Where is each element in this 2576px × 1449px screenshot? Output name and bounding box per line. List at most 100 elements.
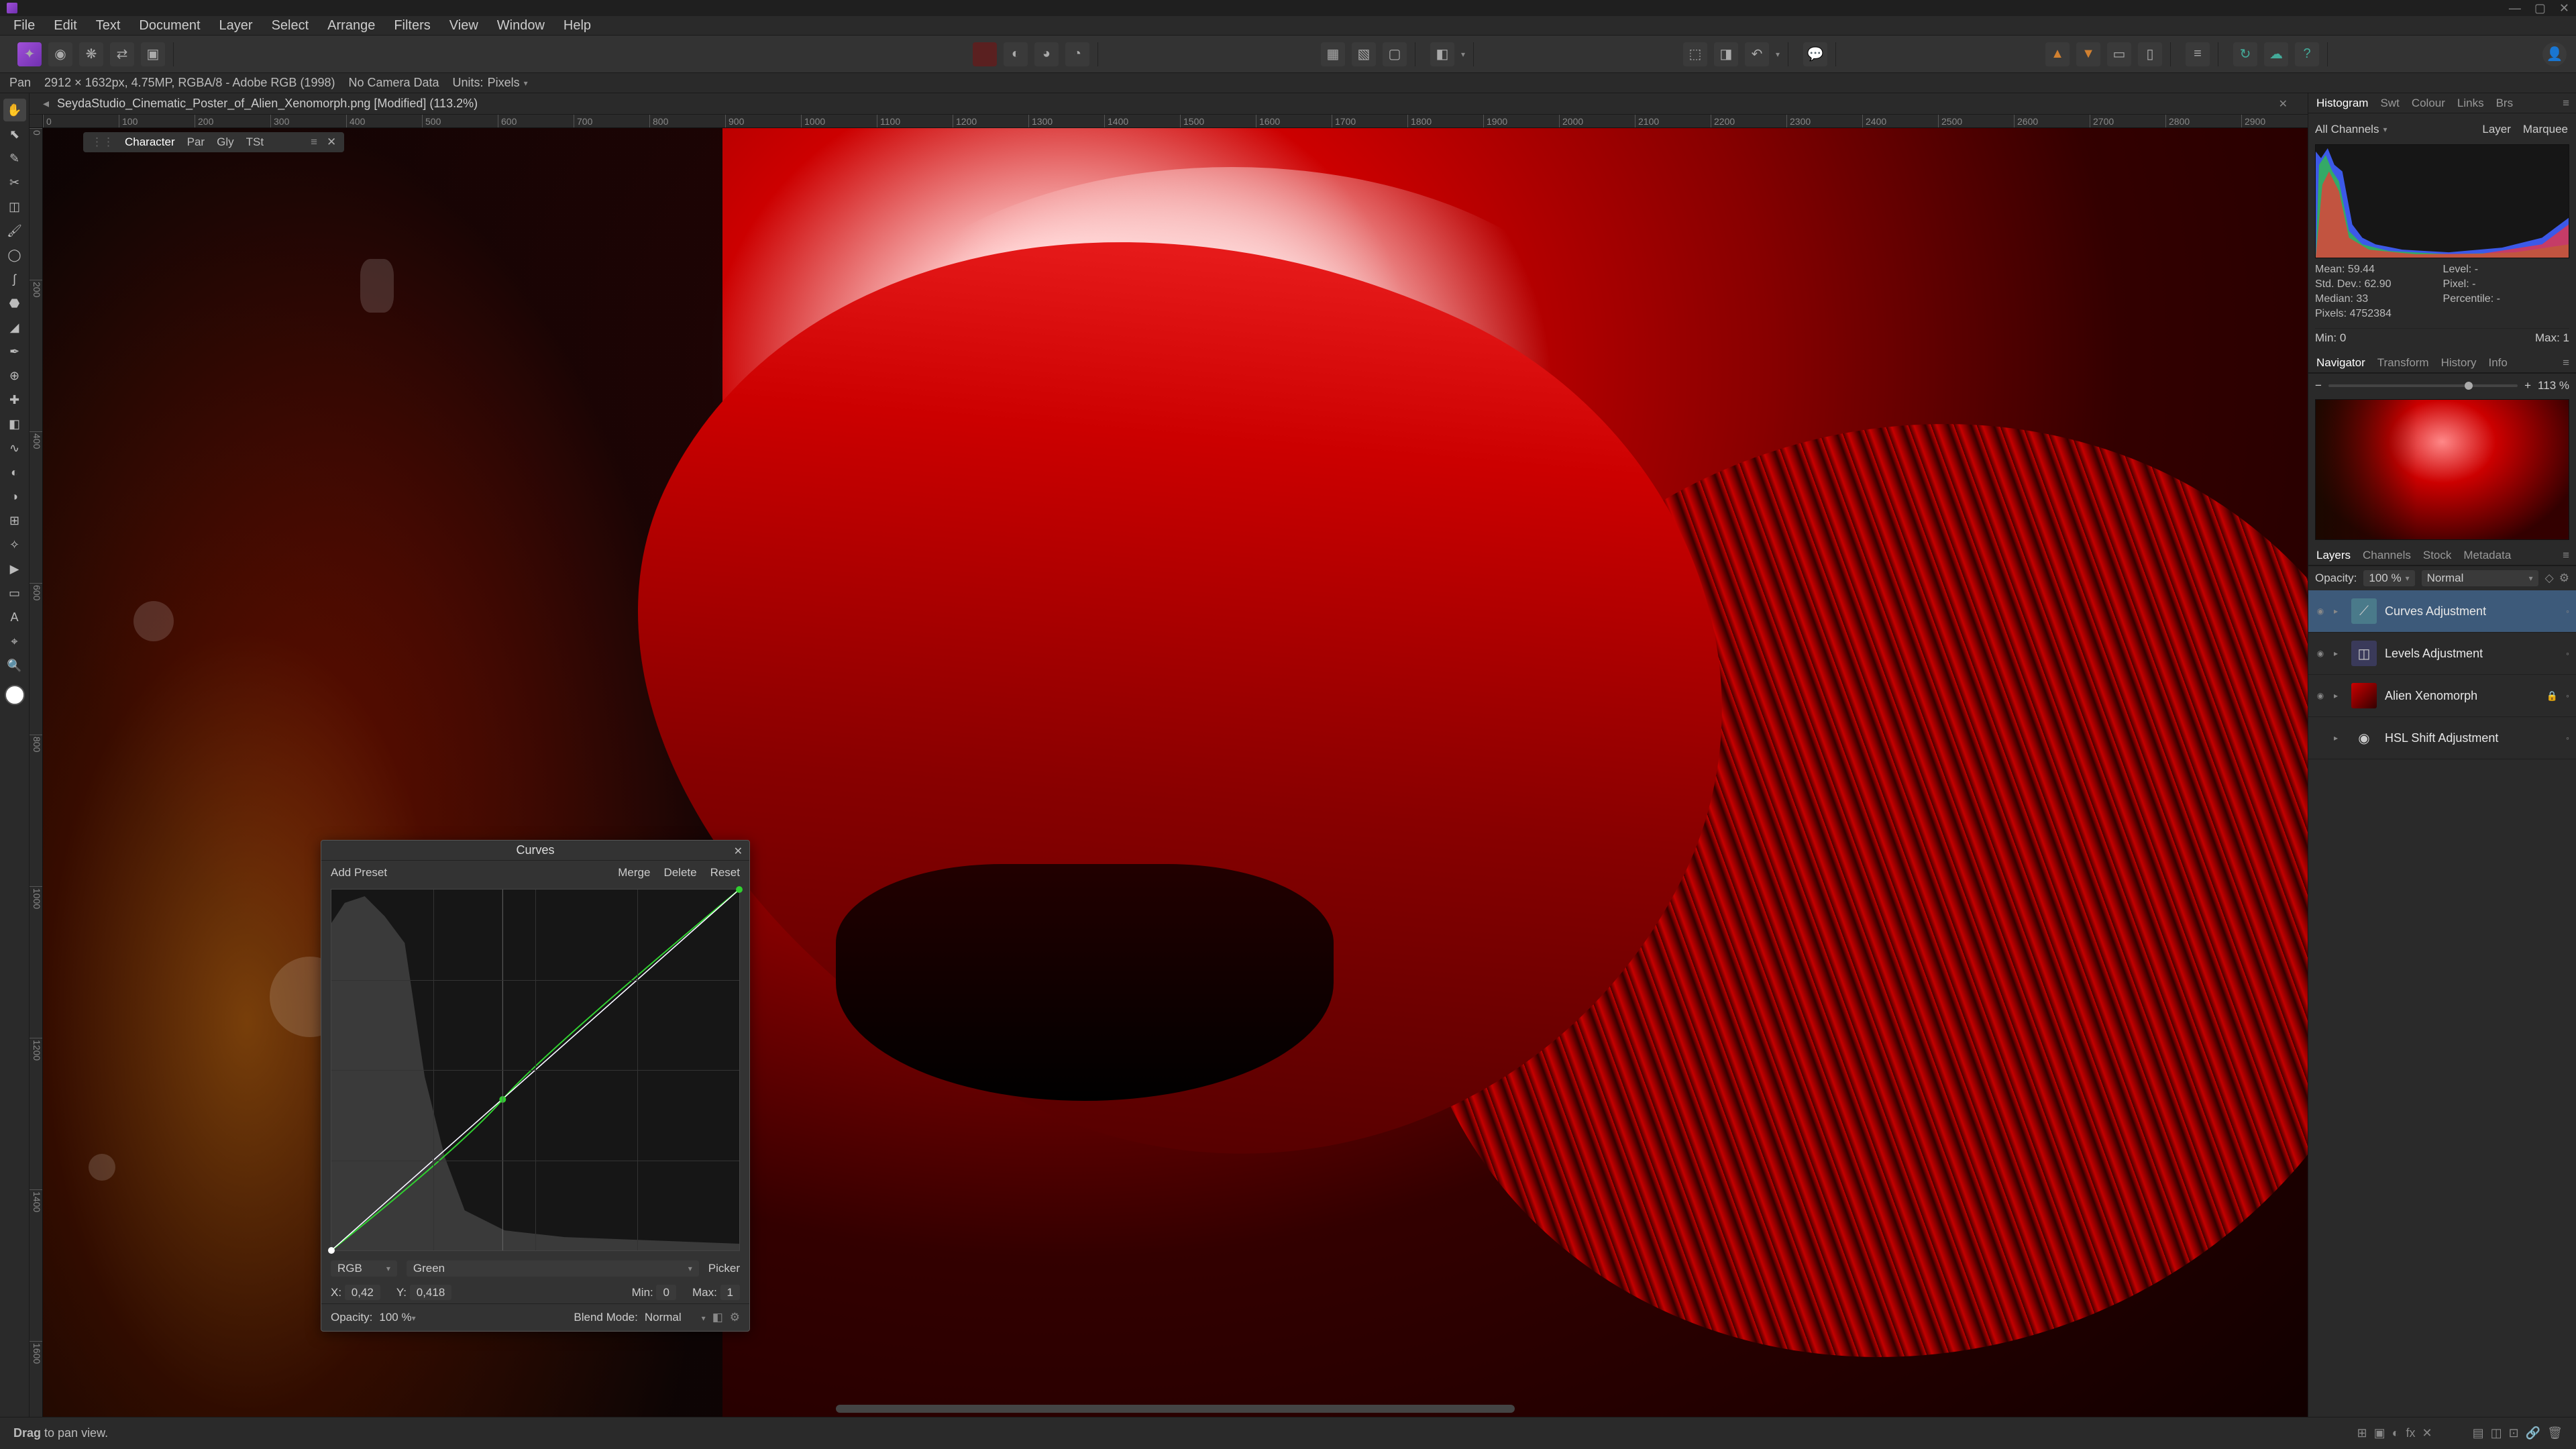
curves-max-input[interactable]: 1 [720, 1285, 740, 1300]
healing-tool[interactable]: ✚ [3, 388, 26, 411]
history-chevron[interactable]: ▾ [1776, 50, 1780, 59]
channels-dropdown[interactable]: All Channels ▾ [2315, 123, 2387, 136]
lock-icon[interactable]: 🔒 [2546, 690, 2558, 702]
shape-tool[interactable]: ▭ [3, 582, 26, 604]
menu-document[interactable]: Document [129, 15, 209, 36]
tab-character[interactable]: Character [123, 134, 176, 150]
curves-dialog-titlebar[interactable]: Curves ✕ [321, 841, 749, 861]
curves-merge-down-button[interactable]: ◧ [712, 1311, 723, 1324]
crop-tool[interactable]: ✂ [3, 171, 26, 194]
stamp-tool[interactable]: ⊕ [3, 364, 26, 387]
layer-marker[interactable]: ◦ [2566, 690, 2569, 701]
zoom-slider[interactable] [2328, 384, 2518, 387]
delete-button[interactable]: Delete [663, 866, 696, 879]
freehand-tool[interactable]: ʃ [3, 268, 26, 290]
chat-button[interactable]: 💬 [1803, 42, 1827, 66]
curves-x-input[interactable]: 0,42 [345, 1285, 380, 1300]
export-persona-button[interactable]: ▣ [141, 42, 165, 66]
menu-window[interactable]: Window [488, 15, 554, 36]
auto-levels-button[interactable]: ◨ [1714, 42, 1738, 66]
layer-opacity-input[interactable]: 100 %▾ [2363, 570, 2414, 586]
units-dropdown[interactable]: Units: Pixels ▾ [453, 76, 528, 90]
flood-tool[interactable]: ⬣ [3, 292, 26, 315]
tab-metadata[interactable]: Metadata [2462, 547, 2512, 564]
layer-marker[interactable]: ◦ [2566, 648, 2569, 659]
brush-tool[interactable]: 🖌 [3, 219, 26, 242]
horizontal-scrollbar[interactable] [836, 1405, 1515, 1413]
menu-arrange[interactable]: Arrange [318, 15, 384, 36]
node-tool[interactable]: ⌖ [3, 630, 26, 653]
tab-brushes[interactable]: Brs [2495, 95, 2515, 111]
dodge-tool[interactable]: ◐ [3, 461, 26, 484]
tab-text-styles[interactable]: TSt [245, 134, 265, 150]
cloud-button[interactable]: ☁ [2264, 42, 2288, 66]
curves-y-input[interactable]: 0,418 [410, 1285, 452, 1300]
tab-stock[interactable]: Stock [2422, 547, 2453, 564]
curves-graph[interactable] [331, 889, 740, 1251]
account-button[interactable]: 👤 [2542, 42, 2567, 66]
menu-filters[interactable]: Filters [384, 15, 439, 36]
move-tool[interactable]: ⬉ [3, 123, 26, 146]
assistant-color-button[interactable]: ◕ [1034, 42, 1059, 66]
expand-toggle[interactable]: ▸ [2334, 606, 2343, 616]
marquee-tool[interactable]: ◯ [3, 244, 26, 266]
retouch-tool[interactable]: ✧ [3, 533, 26, 556]
layer-row[interactable]: ◉ ▸ ⟋ Curves Adjustment ◦ [2308, 590, 2576, 633]
panel-menu-icon[interactable]: ≡ [2563, 549, 2569, 562]
tab-colour[interactable]: Colour [2410, 95, 2447, 111]
visibility-toggle[interactable]: ◉ [2315, 649, 2326, 658]
quick-mask-chevron[interactable]: ▾ [1461, 50, 1465, 59]
horizontal-ruler[interactable]: 0100200300400500600700800900100011001200… [43, 115, 2308, 128]
tab-histogram[interactable]: Histogram [2315, 95, 2369, 111]
document-tab-close[interactable]: ✕ [2279, 97, 2288, 111]
quick-mask-button[interactable]: ◧ [1430, 42, 1454, 66]
layer-row[interactable]: ▸ ◉ HSL Shift Adjustment ◦ [2308, 717, 2576, 759]
reset-button[interactable]: Reset [710, 866, 740, 879]
layer-marker[interactable]: ◦ [2566, 733, 2569, 743]
close-icon[interactable]: ✕ [327, 136, 336, 149]
maximize-button[interactable]: ▢ [2534, 1, 2546, 15]
gradient-tool[interactable]: ◢ [3, 316, 26, 339]
tab-transform[interactable]: Transform [2376, 355, 2430, 371]
gear-icon[interactable]: ⚙ [730, 1311, 740, 1324]
ungroup-button[interactable]: ▯ [2138, 42, 2162, 66]
layer-quick-lock-button[interactable]: ◇ [2545, 572, 2554, 585]
tone-map-persona-button[interactable]: ❋ [79, 42, 103, 66]
liquify-persona-button[interactable]: ◉ [48, 42, 72, 66]
selection-tool[interactable]: ◫ [3, 195, 26, 218]
select-all-button[interactable]: ▦ [1321, 42, 1345, 66]
panel-menu-icon[interactable]: ≡ [311, 136, 317, 149]
merge-button[interactable]: Merge [618, 866, 650, 879]
group-status-button[interactable]: ⊡ [2509, 1426, 2519, 1440]
menu-layer[interactable]: Layer [210, 15, 262, 36]
text-tool[interactable]: A [3, 606, 26, 629]
assistant-button[interactable]: ◐ [1004, 42, 1028, 66]
curves-mode-dropdown[interactable]: RGB▾ [331, 1260, 397, 1277]
document-tab[interactable]: ◂ SeydaStudio_Cinematic_Poster_of_Alien_… [43, 97, 478, 111]
smudge-tool[interactable]: ∿ [3, 437, 26, 460]
mesh-tool[interactable]: ⊞ [3, 509, 26, 532]
picker-button[interactable]: Picker [708, 1262, 740, 1275]
tab-links[interactable]: Links [2456, 95, 2485, 111]
histogram-min-input[interactable]: 0 [2340, 331, 2346, 344]
minimize-button[interactable]: — [2509, 1, 2521, 15]
zoom-in-button[interactable]: + [2524, 379, 2531, 392]
curves-blend-dropdown[interactable]: Normal▾ [645, 1311, 706, 1324]
burn-tool[interactable]: ◑ [3, 485, 26, 508]
tab-history[interactable]: History [2440, 355, 2478, 371]
visibility-toggle[interactable]: ◉ [2315, 691, 2326, 700]
link-status-button[interactable]: 🔗 [2526, 1426, 2540, 1440]
curves-opacity-input[interactable]: 100 %▾ [379, 1311, 415, 1324]
swatch-red-button[interactable] [973, 42, 997, 66]
menu-view[interactable]: View [440, 15, 488, 36]
snapping-toggle[interactable]: ⊞ [2357, 1426, 2367, 1440]
navigator-preview[interactable] [2315, 399, 2569, 540]
histogram-mode-layer[interactable]: Layer [2481, 121, 2512, 138]
visibility-toggle[interactable]: ◉ [2315, 606, 2326, 616]
clip-status-button[interactable]: ◫ [2491, 1426, 2502, 1440]
layer-settings-button[interactable]: ⚙ [2559, 572, 2569, 585]
close-icon[interactable]: ✕ [734, 845, 743, 858]
select-invert-button[interactable]: ▧ [1352, 42, 1376, 66]
group-button[interactable]: ▭ [2107, 42, 2131, 66]
tab-navigator[interactable]: Navigator [2315, 355, 2367, 371]
